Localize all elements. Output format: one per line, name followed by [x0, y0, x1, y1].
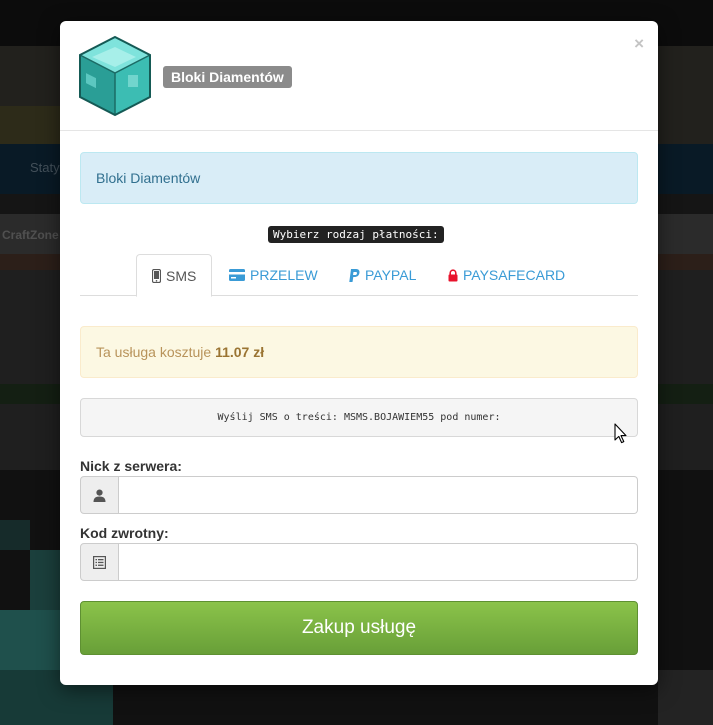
code-addon: [80, 543, 119, 581]
tab-paysafecard[interactable]: PAYSAFECARD: [448, 254, 565, 296]
price-alert: Ta usługa kosztuje 11.07 zł: [80, 326, 638, 378]
nick-input-group: [80, 476, 638, 514]
price-prefix: Ta usługa kosztuje: [96, 344, 212, 360]
code-label: Kod zwrotny:: [80, 525, 169, 541]
code-input-group: [80, 543, 638, 581]
close-icon[interactable]: ×: [634, 35, 644, 52]
buy-button[interactable]: Zakup usługę: [80, 601, 638, 655]
tab-paysafecard-label: PAYSAFECARD: [463, 267, 566, 283]
nick-input[interactable]: [119, 476, 638, 514]
tab-przelew-label: PRZELEW: [250, 267, 318, 283]
choose-payment-label: Wybierz rodzaj płatności:: [268, 226, 444, 243]
tab-sms[interactable]: SMS: [136, 254, 213, 297]
tab-sms-label: SMS: [166, 267, 197, 284]
payment-modal: Bloki Diamentów × Bloki Diamentów Wybier…: [60, 21, 658, 685]
code-input[interactable]: [119, 543, 638, 581]
lock-icon: [448, 268, 458, 281]
product-badge: Bloki Diamentów: [163, 66, 292, 88]
tab-przelew[interactable]: PRZELEW: [229, 254, 318, 296]
credit-card-icon: [229, 269, 245, 281]
sms-instruction: Wyślij SMS o treści: MSMS.BOJAWIEM55 pod…: [80, 398, 638, 437]
paypal-icon: [349, 268, 360, 282]
tab-paypal[interactable]: PAYPAL: [349, 254, 416, 296]
nick-label: Nick z serwera:: [80, 458, 182, 474]
diamond-block-icon: [79, 35, 151, 117]
phone-icon: [152, 268, 161, 283]
payment-tabs: SMS PRZELEW PAYPAL PAYSAFECARD: [80, 254, 638, 297]
product-info-alert: Bloki Diamentów: [80, 152, 638, 204]
tab-paypal-label: PAYPAL: [365, 267, 417, 283]
list-icon: [93, 555, 106, 569]
mouse-cursor-icon: [614, 423, 627, 444]
user-icon: [93, 489, 106, 502]
price-amount: 11.07 zł: [215, 344, 265, 360]
nick-addon: [80, 476, 119, 514]
modal-header: Bloki Diamentów ×: [60, 21, 658, 131]
